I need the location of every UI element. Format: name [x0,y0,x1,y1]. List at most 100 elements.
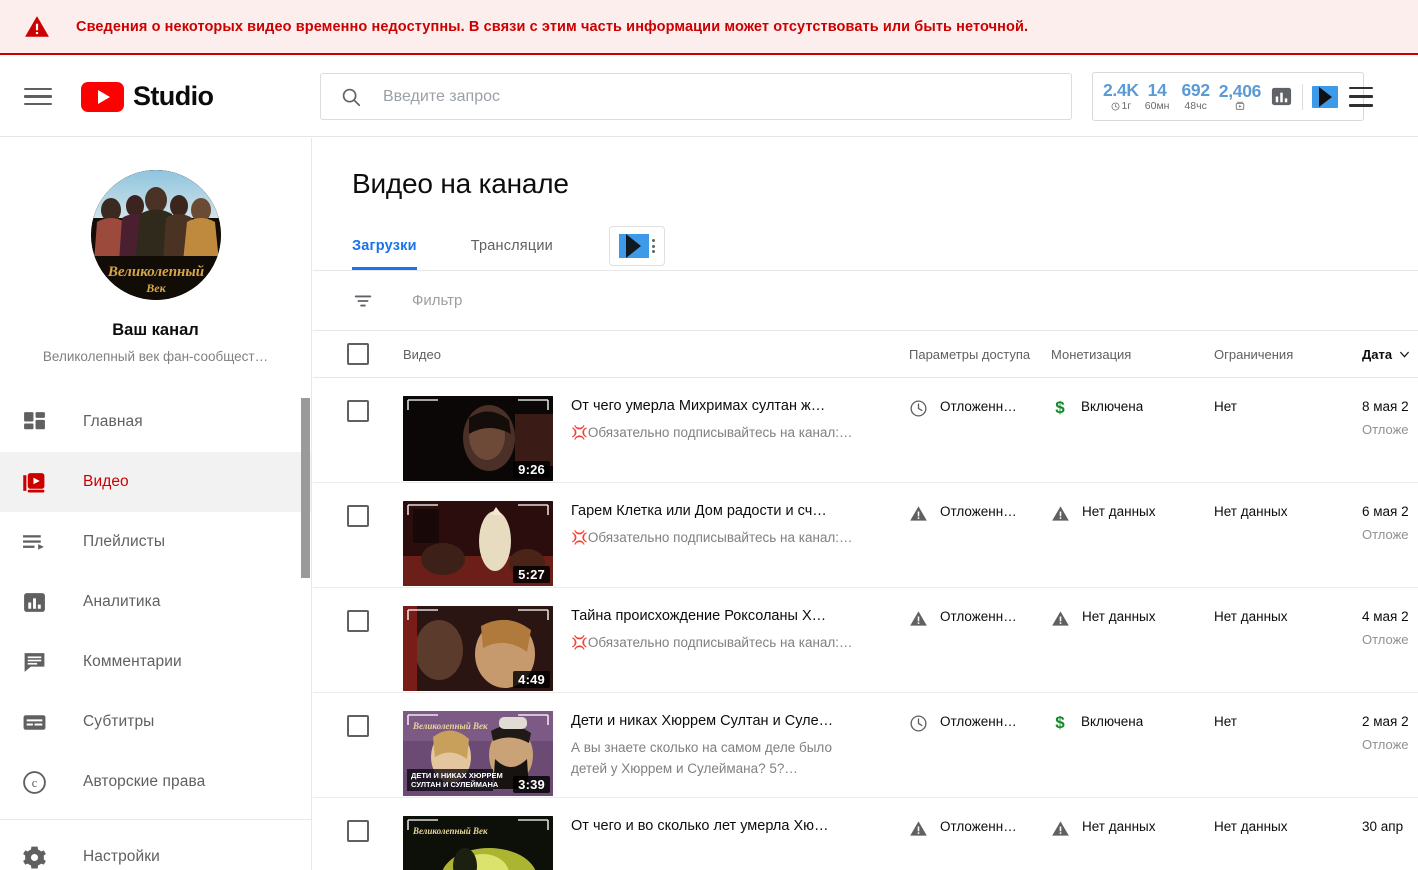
row-checkbox[interactable] [347,400,369,422]
date-value: 6 мая 2 [1362,504,1409,519]
video-title[interactable]: Тайна происхождение Роксоланы Х… [571,608,871,624]
sidebar-nav: Главная Видео Плейлисты Аналитика Коммен… [0,392,311,870]
tab-uploads[interactable]: Загрузки [352,222,417,270]
youtube-studio-logo[interactable]: Studio [81,81,214,112]
burst-emoji-icon: 💢 [571,530,588,545]
table-row[interactable]: Великолепный Век ДЕТИ И НИКАХ ХЮРРЕМ СУЛТА… [313,693,1418,798]
sidebar-item-subtitles[interactable]: Субтитры [0,692,311,752]
visibility-cell: Отложенн… [909,396,1051,418]
filter-row [313,270,1418,331]
restrictions-value: Нет данных [1214,819,1288,834]
video-thumbnail[interactable]: 4:49 [403,606,553,691]
row-select-cell [313,501,403,527]
table-header: Видео Параметры доступа Монетизация Огра… [313,331,1418,378]
date-value: 30 апр [1362,819,1404,834]
restrictions-cell: Нет данных [1214,501,1362,519]
stat-sub-label: 60мн [1144,99,1170,112]
visibility-cell: Отложенн… [909,711,1051,733]
video-title[interactable]: Гарем Клетка или Дом радости и сч… [571,503,871,519]
video-description: А вы знаете сколько на самом деле было д… [571,740,832,776]
monetization-value: Нет данных [1082,504,1156,519]
sidebar-item-label: Аналитика [83,593,161,610]
table-row[interactable]: 5:27 Гарем Клетка или Дом радости и сч… 💢О… [313,483,1418,588]
sidebar-item-analytics[interactable]: Аналитика [0,572,311,632]
sidebar-item-playlists[interactable]: Плейлисты [0,512,311,572]
warning-banner: Сведения о некоторых видео временно недо… [0,0,1418,55]
date-value: 4 мая 2 [1362,609,1409,624]
burst-emoji-icon: 💢 [571,635,588,650]
filter-icon[interactable] [352,290,374,312]
clock-icon [910,715,927,732]
list-menu-icon[interactable] [1349,86,1374,107]
more-vertical-icon[interactable] [651,239,655,253]
date-status: Отложе [1362,422,1409,437]
date-cell: 4 мая 2 Отложе [1362,606,1418,647]
youtube-play-icon [81,81,124,112]
visibility-value: Отложенн… [940,714,1017,729]
table-row[interactable]: Великолепный Век От чего и во сколько лет… [313,798,1418,870]
video-duration: 3:39 [513,776,550,793]
sidebar-item-comments[interactable]: Комментарии [0,632,311,692]
video-thumbnail[interactable]: Великолепный Век ДЕТИ И НИКАХ ХЮРРЕМ СУЛТА… [403,711,553,796]
search-input[interactable] [383,87,1023,106]
video-list: 9:26 От чего умерла Михримах султан ж… 💢Об… [313,378,1418,870]
svg-text:ДЕТИ И НИКАХ ХЮРРЕМ: ДЕТИ И НИКАХ ХЮРРЕМ [411,771,503,780]
video-cell: 9:26 От чего умерла Михримах султан ж… 💢Об… [403,396,909,481]
video-description: 💢Обязательно подписывайтесь на канал:… [571,530,853,545]
filter-input[interactable] [412,292,832,309]
iq-play-icon [618,234,649,258]
restrictions-cell: Нет данных [1214,606,1362,624]
iq-play-icon[interactable] [1312,85,1339,108]
warning-banner-text: Сведения о некоторых видео временно недо… [76,18,1029,35]
row-checkbox[interactable] [347,715,369,737]
video-cell: Великолепный Век От чего и во сколько лет… [403,816,909,870]
monetization-cell: $ Включена [1051,711,1214,731]
stat-value: 692 [1181,80,1210,101]
video-icon [22,470,56,495]
sidebar-item-videos[interactable]: Видео [0,452,311,512]
row-checkbox[interactable] [347,505,369,527]
page-title: Видео на канале [352,168,569,199]
column-header-date[interactable]: Дата [1362,347,1418,362]
video-thumbnail[interactable]: Великолепный Век [403,816,553,870]
iq-filter-button[interactable] [608,226,665,266]
row-checkbox[interactable] [347,820,369,842]
monetization-cell: $ Включена [1051,396,1214,416]
row-select-cell [313,711,403,737]
video-thumbnail[interactable]: 5:27 [403,501,553,586]
video-duration: 4:49 [513,671,550,688]
select-all-checkbox[interactable] [347,343,369,365]
sidebar-item-label: Плейлисты [83,533,166,550]
warning-triangle-icon [1052,611,1069,626]
channel-avatar[interactable]: Великолепный Век [90,170,221,300]
channel-block: Великолепный Век Ваш канал Великолепный … [0,138,311,364]
table-row[interactable]: 9:26 От чего умерла Михримах султан ж… 💢Об… [313,378,1418,483]
clock-icon [910,400,927,417]
video-info: От чего и во сколько лет умерла Хю… [571,816,871,870]
warning-triangle-icon [910,506,927,521]
tab-live[interactable]: Трансляции [471,222,553,270]
video-description: 💢Обязательно подписывайтесь на канал:… [571,425,853,440]
sidebar-item-home[interactable]: Главная [0,392,311,452]
restrictions-cell: Нет [1214,711,1362,729]
monetization-cell: Нет данных [1051,816,1214,838]
bar-chart-icon[interactable] [1270,85,1293,108]
hamburger-menu-icon[interactable] [24,83,52,111]
video-title[interactable]: Дети и никах Хюррем Султан и Суле… [571,713,871,729]
video-title[interactable]: От чего и во сколько лет умерла Хю… [571,818,871,834]
row-checkbox[interactable] [347,610,369,632]
sidebar-item-copyright[interactable]: c Авторские права [0,752,311,812]
studio-wordmark: Studio [133,81,214,111]
sidebar-item-settings[interactable]: Настройки [0,827,311,870]
video-thumbnail[interactable]: 9:26 [403,396,553,481]
table-row[interactable]: 4:49 Тайна происхождение Роксоланы Х… 💢Обя… [313,588,1418,693]
date-value: 8 мая 2 [1362,399,1409,414]
search-box[interactable] [320,73,1072,120]
visibility-value: Отложенн… [940,819,1017,834]
stat-sub-label: 1г [1121,99,1132,112]
monetization-value: Нет данных [1082,609,1156,624]
channel-stats-chip[interactable]: 2.4K 1г 14 60мн 692 48чс 2,406 [1092,72,1374,121]
sidebar-scrollbar[interactable] [301,398,310,578]
stat-views: 692 48чс [1181,80,1210,111]
video-title[interactable]: От чего умерла Михримах султан ж… [571,398,871,414]
